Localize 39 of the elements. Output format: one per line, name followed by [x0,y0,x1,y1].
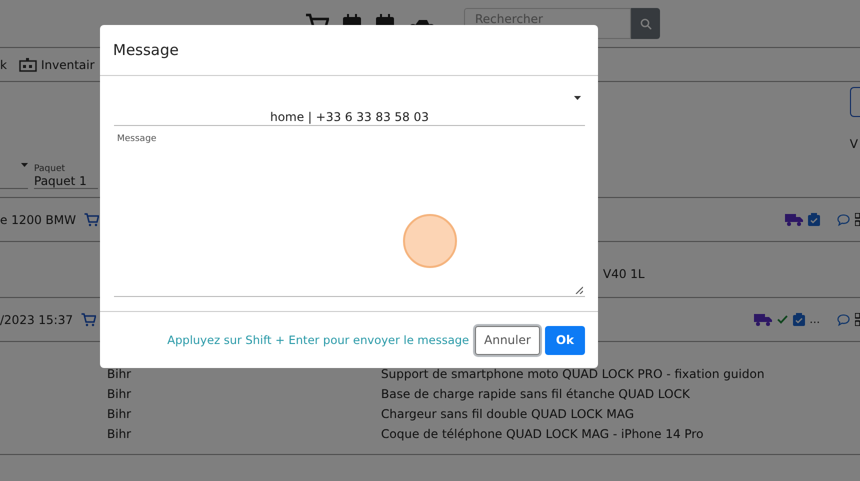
dialog-title: Message [113,41,179,59]
caret-icon [574,96,581,100]
supplier-text: Bihr [106,367,132,381]
truck-icon [785,213,803,226]
view-button[interactable] [850,87,860,117]
checked-box-icon [792,313,804,326]
column-label: V [850,137,859,151]
search-icon [640,18,652,30]
supplier-text: Bihr [106,427,132,441]
checked-box-icon [808,213,820,226]
nav-link[interactable]: k [0,58,7,72]
chat-icon[interactable] [837,314,850,326]
field-label: Paquet [34,164,66,174]
message-textarea[interactable]: Message [114,126,585,297]
supplier-text: Bihr [106,387,132,401]
search-button[interactable] [631,8,660,39]
product-text: Chargeur sans fil double QUAD LOCK MAG [381,407,634,421]
product-text: Support de smartphone moto QUAD LOCK PRO - fixation guidon [381,367,764,381]
grid-icon[interactable] [855,313,860,326]
resize-grip-icon[interactable] [575,286,583,294]
recipient-select[interactable]: home | +33 6 33 83 58 03 [114,84,585,126]
chat-icon[interactable] [837,214,850,226]
hint-text: Appluyez sur Shift + Enter pour envoyer le message [167,333,470,347]
nav-link[interactable]: Inventair [18,58,95,72]
truck-icon [754,313,772,326]
order-title: /2023 15:37 [0,312,73,326]
more-text: ... [810,313,820,326]
caret-icon [21,163,28,167]
ok-button[interactable]: Ok [544,326,585,354]
check-icon [776,315,788,324]
product-text: Base de charge rapide sans fil étanche QUAD LOCK [381,387,690,401]
package-field[interactable]: Paquet 1 [34,174,98,188]
order-title: e 1200 BMW [0,212,76,226]
inventory-icon [18,58,37,72]
supplier-text: Bihr [106,407,132,421]
cancel-button[interactable]: Annuler [475,326,540,354]
product-text: V40 1L [603,267,645,281]
product-text: Coque de téléphone QUAD LOCK MAG - iPhone 14 Pro [381,427,704,441]
grid-icon[interactable] [855,213,860,226]
